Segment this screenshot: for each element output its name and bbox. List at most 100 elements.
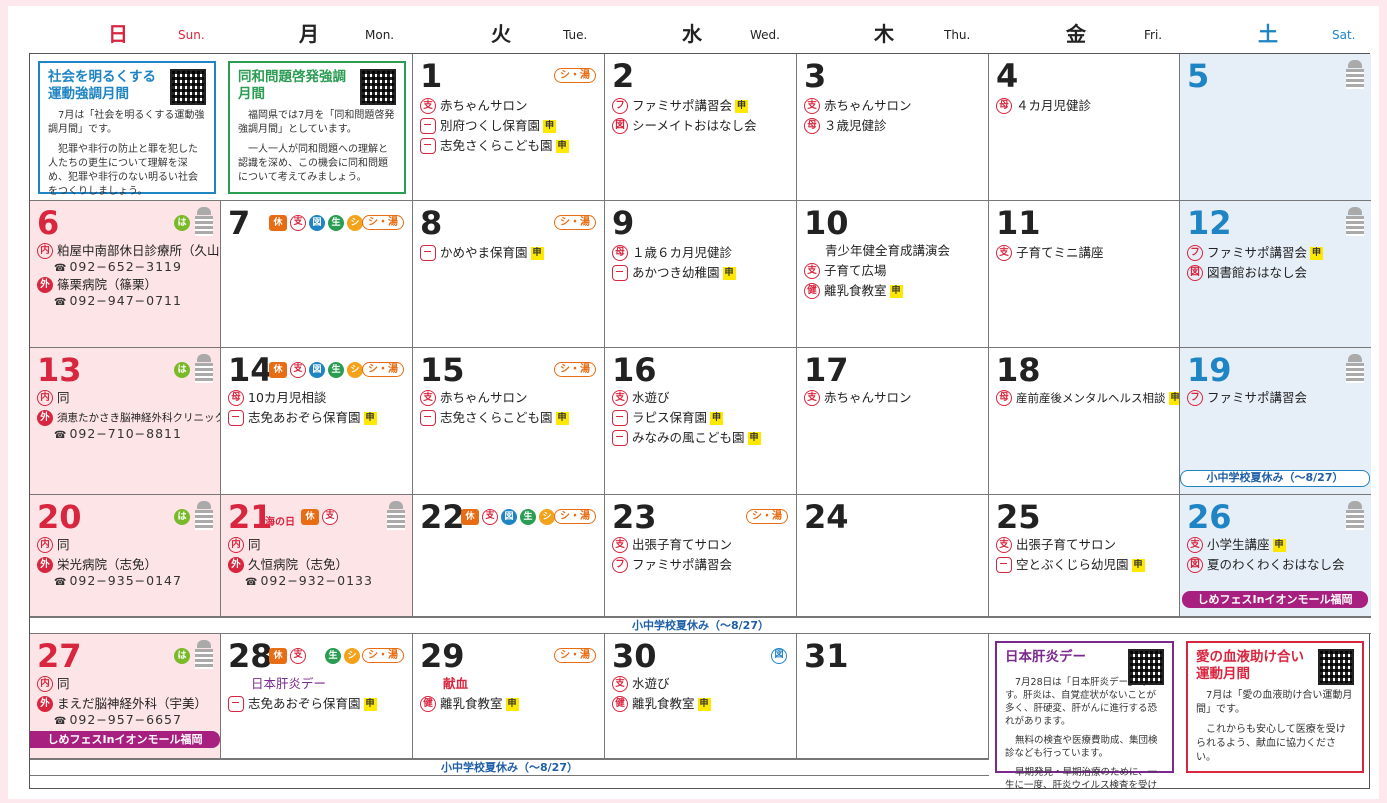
day-cell[interactable]: 7 休 支 図 生 シ シ・湯 bbox=[221, 201, 413, 348]
day-cell[interactable]: 4 母 ４カ月児健診 bbox=[989, 54, 1180, 201]
naika-icon: 内 bbox=[228, 537, 244, 553]
info-shakai: 社会を明るくする運動強調月間 7月は「社会を明るくする運動強調月間」です。 犯罪… bbox=[38, 61, 216, 197]
day-cell[interactable]: 10 青少年健全育成講演会 支子育て広場 健離乳食教室申 bbox=[797, 201, 989, 348]
day-cell[interactable]: 6 は 内粕屋中南部休日診療所（久山） 092−652−3119 外篠栗病院（篠… bbox=[30, 201, 221, 348]
day-cell[interactable]: 26 支小学生講座申 図夏のわくわくおはなし会 しめフェスInイオンモール福岡 bbox=[1180, 495, 1371, 617]
day-cell[interactable]: 28 休 支 生 シ シ・湯 日本肝炎デー 志免あおぞら保育園申 bbox=[221, 634, 413, 759]
shime-fes-banner: しめフェスInイオンモール福岡 bbox=[30, 731, 220, 748]
day-cell[interactable]: 1 シ・湯 支赤ちゃんサロン 別府つくし保育園申 志免さくらこども園申 bbox=[413, 54, 605, 201]
tower-icon bbox=[1345, 501, 1365, 531]
library-icon: 図 bbox=[771, 648, 787, 664]
library-icon: 図 bbox=[1187, 557, 1203, 573]
tower-icon bbox=[194, 207, 214, 237]
famisapo-icon: フ bbox=[1187, 245, 1203, 261]
shi-yu-badge: シ・湯 bbox=[362, 648, 404, 663]
info-kanen: 日本肝炎デー 7月28日は「日本肝炎デー」です。肝炎は、自覚症状がないことが多く… bbox=[995, 641, 1174, 789]
shien-icon: 支 bbox=[290, 215, 306, 231]
shien-icon: 支 bbox=[612, 390, 628, 406]
day-cell[interactable]: 29 シ・湯 献血 健離乳食教室申 bbox=[413, 634, 605, 759]
sei-icon: 生 bbox=[520, 509, 536, 525]
ha-icon: は bbox=[174, 509, 190, 525]
shi-yu-badge: シ・湯 bbox=[554, 362, 596, 377]
geka-icon: 外 bbox=[37, 696, 53, 712]
shien-icon: 支 bbox=[612, 676, 628, 692]
geka-icon: 外 bbox=[37, 277, 53, 293]
sei-icon: 生 bbox=[328, 215, 344, 231]
naika-icon: 内 bbox=[37, 676, 53, 692]
tower-icon bbox=[1345, 207, 1365, 237]
day-cell[interactable]: 12 フファミサポ講習会申 図図書館おはなし会 bbox=[1180, 201, 1371, 348]
shi-yu-badge: シ・湯 bbox=[554, 68, 596, 83]
day-cell[interactable]: 22 休 支 図 生 シ シ・湯 bbox=[413, 495, 605, 617]
library-icon: 図 bbox=[1187, 265, 1203, 281]
calendar-sheet: 日 Sun. 月 Mon. 火 Tue. 水 Wed. 木 Thu. 金 Fri. 土 Sat… bbox=[8, 6, 1379, 799]
nursery-icon bbox=[612, 430, 628, 446]
shi-yu-badge: シ・湯 bbox=[362, 362, 404, 377]
nursery-icon bbox=[228, 410, 244, 426]
kyu-icon: 休 bbox=[269, 362, 287, 378]
qr-code-icon bbox=[170, 69, 206, 105]
kyu-icon: 休 bbox=[461, 509, 479, 525]
qr-code-icon bbox=[360, 69, 396, 105]
kyu-icon: 休 bbox=[269, 648, 287, 664]
day-cell[interactable]: 19 フファミサポ講習会 小中学校夏休み（〜8/27） bbox=[1180, 348, 1371, 495]
shien-icon: 支 bbox=[482, 509, 498, 525]
day-cell[interactable]: 16 支水遊び ラピス保育園申 みなみの風こども園申 bbox=[605, 348, 797, 495]
shi-yu-badge: シ・湯 bbox=[362, 215, 404, 230]
day-cell[interactable]: 3 支赤ちゃんサロン 母 ３歳児健診 bbox=[797, 54, 989, 201]
header-thu: 木 Thu. bbox=[874, 22, 971, 46]
library-icon: 図 bbox=[501, 509, 517, 525]
nursery-icon bbox=[228, 696, 244, 712]
day-cell[interactable]: 15 シ・湯 支赤ちゃんサロン 志免さくらこども園申 bbox=[413, 348, 605, 495]
day-cell[interactable]: 18 母産前産後メンタルヘルス相談申 bbox=[989, 348, 1180, 495]
info-cell: 日本肝炎デー 7月28日は「日本肝炎デー」です。肝炎は、自覚症状がないことが多く… bbox=[989, 634, 1371, 789]
shien-icon: 支 bbox=[420, 390, 436, 406]
day-cell[interactable]: 23 シ・湯 支出張子育てサロン フファミサポ講習会 bbox=[605, 495, 797, 617]
tower-icon bbox=[1345, 60, 1365, 90]
shii-icon: シ bbox=[347, 362, 363, 378]
day-cell[interactable]: 24 bbox=[797, 495, 989, 617]
sei-icon: 生 bbox=[328, 362, 344, 378]
day-cell[interactable]: 30 図 支水遊び 健離乳食教室申 bbox=[605, 634, 797, 759]
boshi-icon: 母 bbox=[996, 98, 1012, 114]
header-tue: 火 Tue. bbox=[491, 22, 588, 46]
day-cell[interactable]: 8 シ・湯 かめやま保育園申 bbox=[413, 201, 605, 348]
shii-icon: シ bbox=[344, 648, 360, 664]
ha-icon: は bbox=[174, 648, 190, 664]
qr-code-icon bbox=[1318, 649, 1354, 685]
day-cell[interactable]: 2 フファミサポ講習会申 図シーメイトおはなし会 bbox=[605, 54, 797, 201]
sei-icon: 生 bbox=[325, 648, 341, 664]
shien-icon: 支 bbox=[804, 263, 820, 279]
day-cell[interactable]: 14 休 支 図 生 シ シ・湯 母 10カ月児相談 志免あおぞら保育園申 bbox=[221, 348, 413, 495]
day-cell[interactable]: 20 は 内同 外栄光病院（志免） 092−935−0147 bbox=[30, 495, 221, 617]
geka-icon: 外 bbox=[37, 410, 53, 426]
shi-yu-badge: シ・湯 bbox=[554, 509, 596, 524]
summer-break-note: 小中学校夏休み（〜8/27） bbox=[1180, 470, 1370, 487]
day-cell[interactable]: 17 支赤ちゃんサロン bbox=[797, 348, 989, 495]
day-cell[interactable]: 27 は 内同 外まえだ脳神経外科（宇美） 092−957−6657 しめフェス… bbox=[30, 634, 221, 759]
kyu-icon: 休 bbox=[269, 215, 287, 231]
nursery-icon bbox=[612, 410, 628, 426]
tower-icon bbox=[194, 354, 214, 384]
info-ketsueki: 愛の血液助け合い運動月間 7月は「愛の血液助け合い運動月間」です。 これからも安… bbox=[1186, 641, 1364, 773]
day-cell[interactable]: 5 bbox=[1180, 54, 1371, 201]
info-cell: 社会を明るくする運動強調月間 7月は「社会を明るくする運動強調月間」です。 犯罪… bbox=[30, 54, 413, 201]
kenko-icon: 健 bbox=[804, 283, 820, 299]
day-cell[interactable]: 31 bbox=[797, 634, 989, 759]
day-cell[interactable]: 11 支子育てミニ講座 bbox=[989, 201, 1180, 348]
shien-icon: 支 bbox=[804, 390, 820, 406]
shien-icon: 支 bbox=[996, 537, 1012, 553]
kyu-icon: 休 bbox=[301, 509, 319, 525]
library-icon: 図 bbox=[309, 362, 325, 378]
day-cell[interactable]: 21 海の日 休支 内同 外久恒病院（志免） 092−932−0133 bbox=[221, 495, 413, 617]
geka-icon: 外 bbox=[228, 557, 244, 573]
ha-icon: は bbox=[174, 362, 190, 378]
day-cell[interactable]: 25 支出張子育てサロン 空とぶくじら幼児園申 bbox=[989, 495, 1180, 617]
day-cell[interactable]: 9 母 １歳６カ月児健診 あかつき幼稚園申 bbox=[605, 201, 797, 348]
shien-icon: 支 bbox=[612, 537, 628, 553]
library-icon: 図 bbox=[309, 215, 325, 231]
shien-icon: 支 bbox=[804, 98, 820, 114]
geka-icon: 外 bbox=[37, 557, 53, 573]
day-cell[interactable]: 13 は 内同 外須恵たかさき脳神経外科クリニック（須恵） 092−710−88… bbox=[30, 348, 221, 495]
nursery-icon bbox=[420, 410, 436, 426]
